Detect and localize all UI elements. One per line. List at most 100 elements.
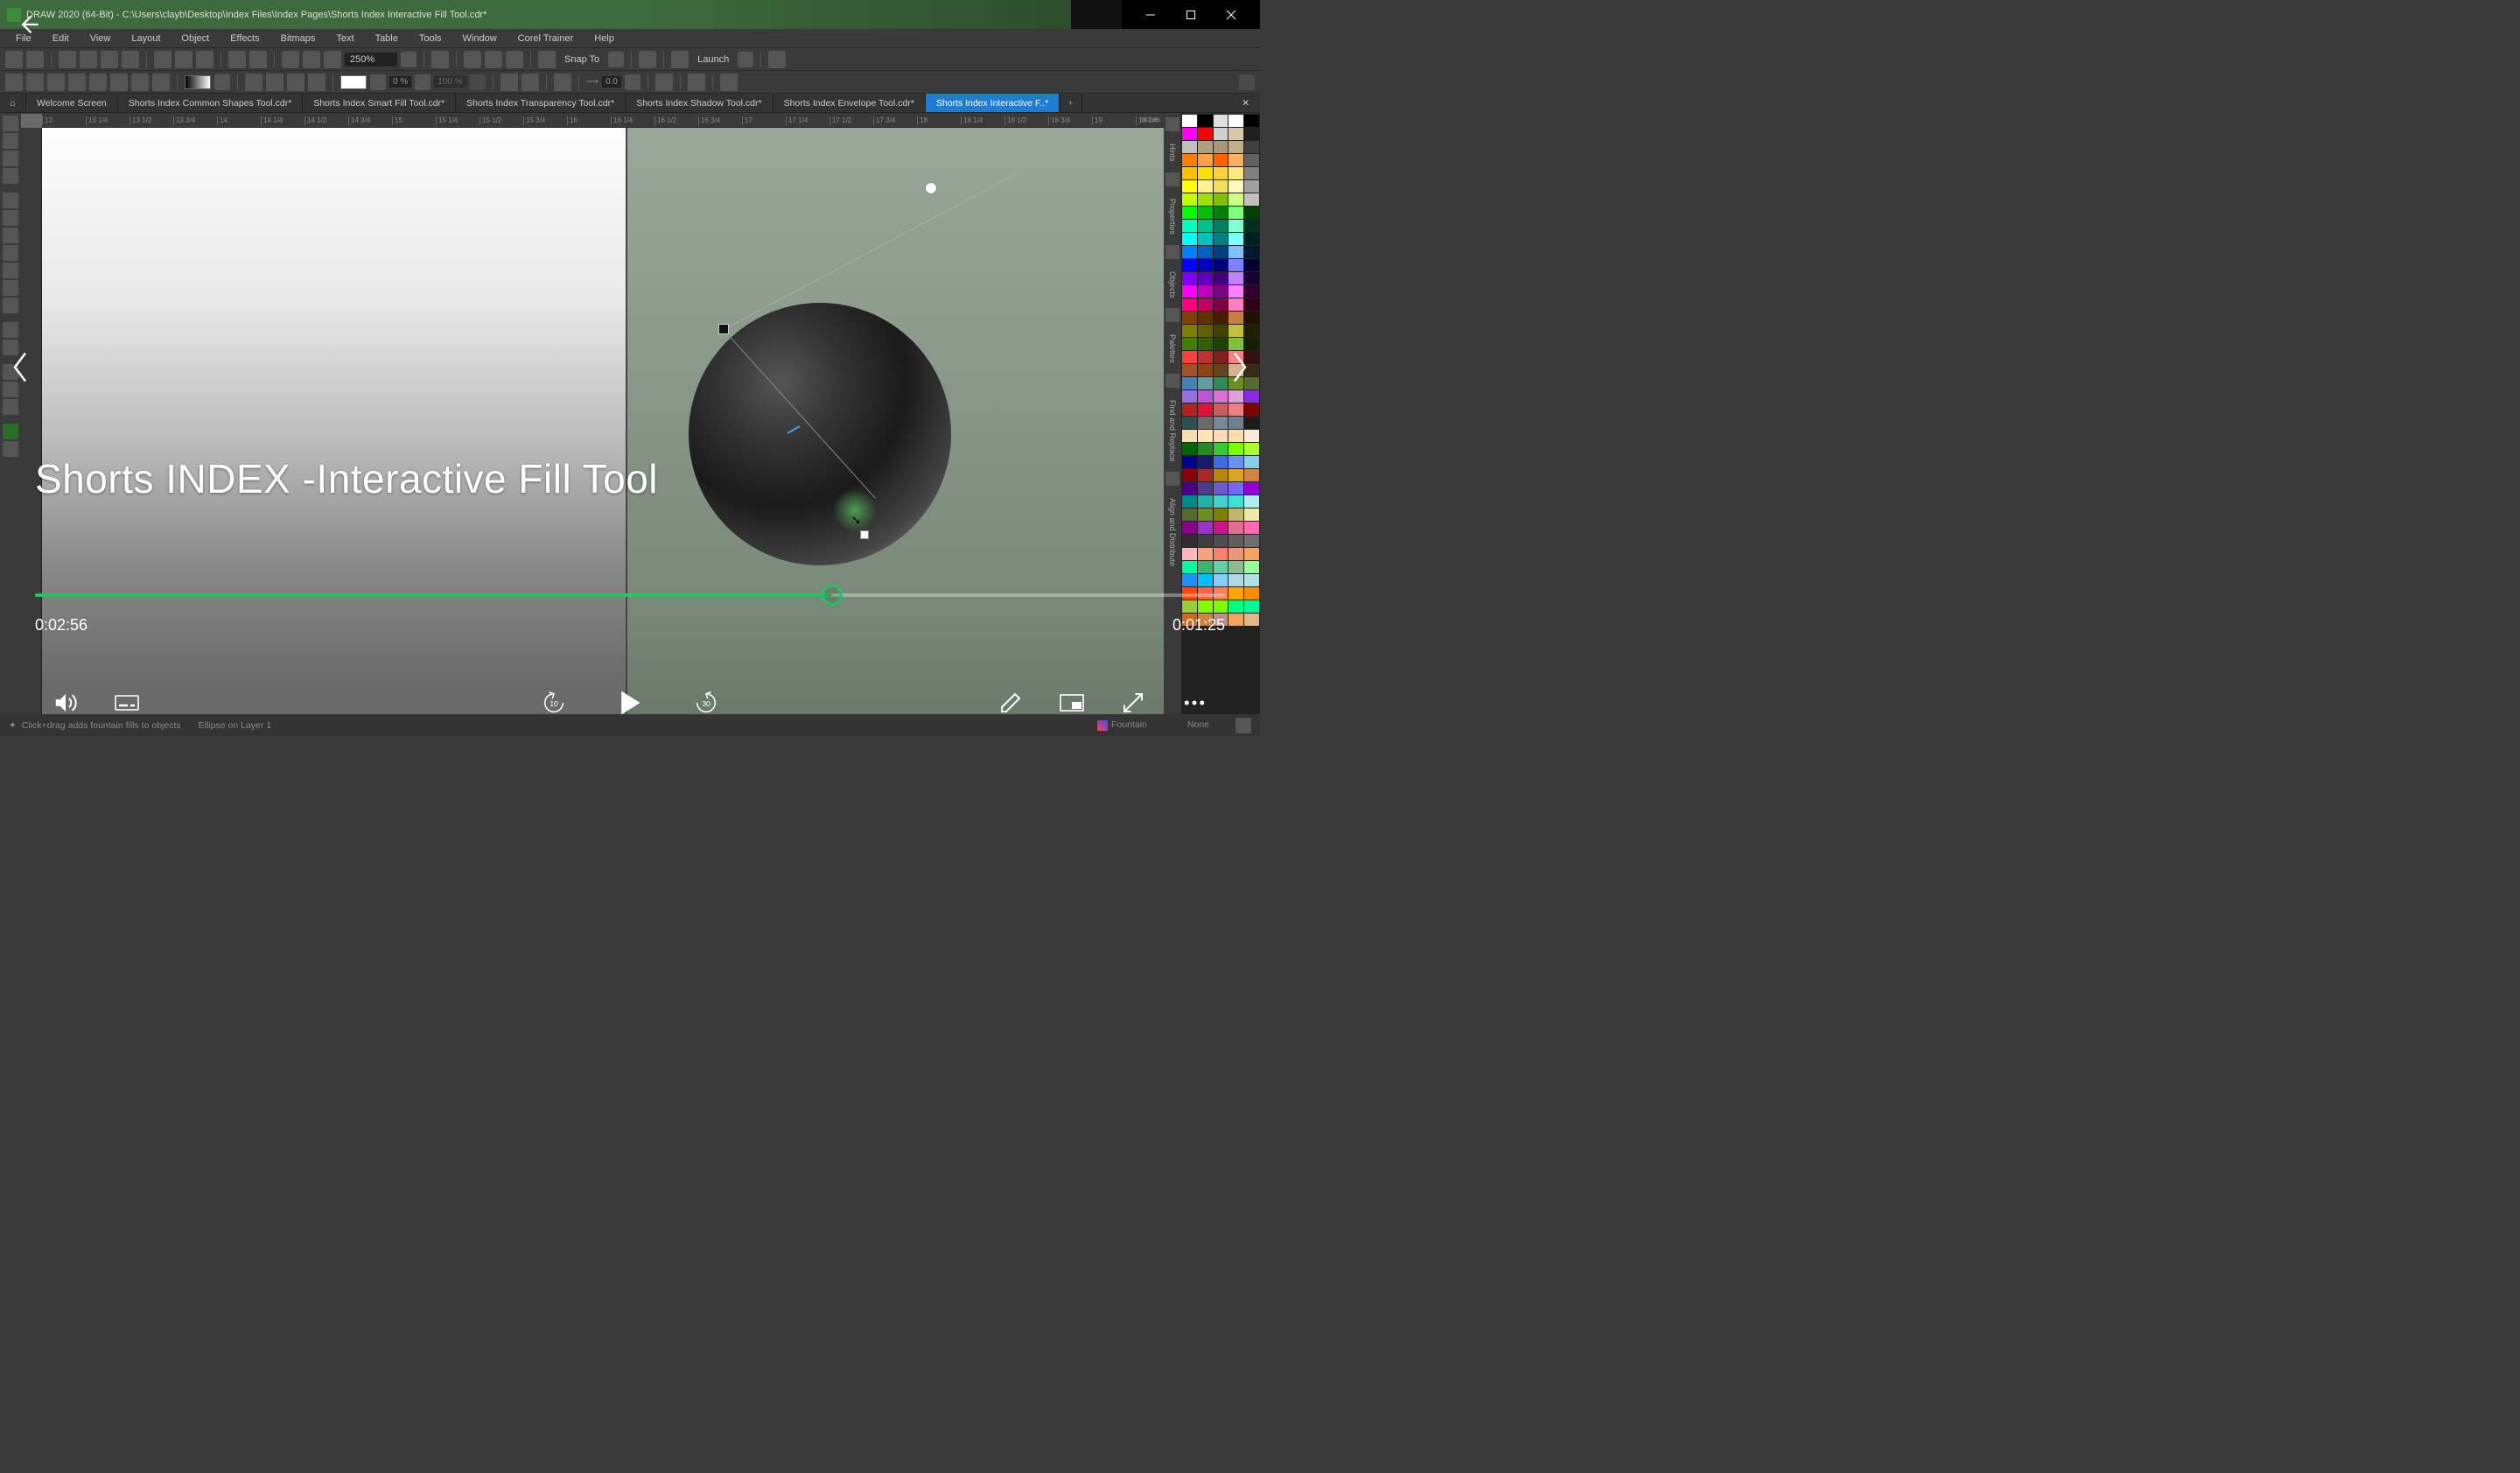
- color-swatch[interactable]: [1214, 325, 1228, 337]
- color-swatch[interactable]: [1244, 522, 1259, 534]
- zoom-level[interactable]: 250%: [345, 53, 397, 67]
- color-swatch[interactable]: [1198, 443, 1213, 455]
- color-swatch[interactable]: [1244, 128, 1259, 140]
- color-swatch[interactable]: [1198, 561, 1213, 573]
- linear-type-icon[interactable]: [245, 74, 262, 91]
- status-settings-icon[interactable]: [1236, 718, 1251, 733]
- dimension-tool-icon[interactable]: [3, 322, 18, 338]
- polygon-tool-icon[interactable]: [3, 263, 18, 278]
- color-swatch[interactable]: [1228, 522, 1243, 534]
- color-swatch[interactable]: [1228, 495, 1243, 508]
- menu-object[interactable]: Object: [172, 32, 218, 46]
- color-swatch[interactable]: [1182, 167, 1197, 179]
- color-swatch[interactable]: [1214, 220, 1228, 232]
- color-swatch[interactable]: [1182, 272, 1197, 284]
- color-swatch[interactable]: [1198, 522, 1213, 534]
- color-swatch[interactable]: [1182, 220, 1197, 232]
- color-swatch[interactable]: [1244, 443, 1259, 455]
- color-swatch[interactable]: [1228, 285, 1243, 298]
- color-swatch[interactable]: [1182, 430, 1197, 442]
- color-swatch[interactable]: [1228, 403, 1243, 416]
- color-swatch[interactable]: [1244, 207, 1259, 219]
- color-swatch[interactable]: [1244, 233, 1259, 245]
- color-swatch[interactable]: [1244, 535, 1259, 547]
- color-swatch[interactable]: [1228, 128, 1243, 140]
- color-swatch[interactable]: [1244, 456, 1259, 468]
- docker-palettes[interactable]: Palettes: [1168, 331, 1177, 367]
- color-swatch[interactable]: [1182, 443, 1197, 455]
- table-tool-icon[interactable]: [3, 298, 18, 313]
- color-swatch[interactable]: [1228, 338, 1243, 350]
- two-color-icon[interactable]: [110, 74, 128, 91]
- seek-bar[interactable]: [35, 593, 1225, 597]
- postscript-icon[interactable]: [152, 74, 170, 91]
- color-swatch[interactable]: [1214, 403, 1228, 416]
- color-swatch[interactable]: [1182, 298, 1197, 311]
- chevron-down-icon[interactable]: [370, 74, 386, 90]
- color-swatch[interactable]: [1198, 180, 1213, 193]
- docker-objects[interactable]: Objects: [1168, 268, 1177, 302]
- color-swatch[interactable]: [1214, 338, 1228, 350]
- color-swatch[interactable]: [1244, 167, 1259, 179]
- color-swatch[interactable]: [1244, 614, 1259, 626]
- color-swatch[interactable]: [1244, 325, 1259, 337]
- color-swatch[interactable]: [1244, 574, 1259, 586]
- color-swatch[interactable]: [1214, 351, 1228, 363]
- color-swatch[interactable]: [1182, 600, 1197, 613]
- snap-icon[interactable]: [538, 51, 556, 68]
- color-swatch[interactable]: [1214, 561, 1228, 573]
- color-swatch[interactable]: [1214, 522, 1228, 534]
- color-swatch[interactable]: [1198, 207, 1213, 219]
- vector-pattern-icon[interactable]: [68, 74, 86, 91]
- menu-effects[interactable]: Effects: [221, 32, 268, 46]
- color-swatch[interactable]: [1228, 180, 1243, 193]
- color-swatch[interactable]: [1198, 141, 1213, 153]
- color-swatch[interactable]: [1214, 495, 1228, 508]
- color-swatch[interactable]: [1214, 298, 1228, 311]
- close-button[interactable]: [1211, 0, 1251, 29]
- rectangle-tool-icon[interactable]: [3, 228, 18, 243]
- cloud-up-icon[interactable]: [80, 51, 97, 68]
- color-swatch[interactable]: [1228, 614, 1243, 626]
- color-swatch[interactable]: [1244, 338, 1259, 350]
- gradient-end-handle[interactable]: [925, 182, 937, 194]
- ellipse-tool-icon[interactable]: [3, 245, 18, 261]
- canvas[interactable]: ➘: [42, 128, 1164, 714]
- color-swatch[interactable]: [1244, 259, 1259, 271]
- color-swatch[interactable]: [1182, 522, 1197, 534]
- color-swatch[interactable]: [1228, 141, 1243, 153]
- color-swatch[interactable]: [1198, 272, 1213, 284]
- mini-view-button[interactable]: [1059, 690, 1085, 719]
- color-swatch[interactable]: [1228, 430, 1243, 442]
- color-swatch[interactable]: [1198, 377, 1213, 389]
- color-swatch[interactable]: [1198, 456, 1213, 468]
- shape-tool-icon[interactable]: [3, 133, 18, 149]
- edit-fill-icon[interactable]: [720, 74, 738, 91]
- conical-type-icon[interactable]: [287, 74, 304, 91]
- tab-common-shapes[interactable]: Shorts Index Common Shapes Tool.cdr*: [118, 94, 304, 112]
- color-swatch[interactable]: [1198, 193, 1213, 206]
- fullscreen-icon[interactable]: [431, 51, 449, 68]
- outline-tool-icon[interactable]: [3, 441, 18, 457]
- color-swatch[interactable]: [1198, 115, 1213, 127]
- prev-button[interactable]: [9, 349, 32, 387]
- menu-view[interactable]: View: [81, 32, 120, 46]
- spinner-icon[interactable]: [415, 74, 430, 90]
- color-swatch[interactable]: [1198, 482, 1213, 495]
- color-swatch[interactable]: [1244, 141, 1259, 153]
- color-swatch[interactable]: [1198, 312, 1213, 324]
- color-swatch[interactable]: [1198, 417, 1213, 429]
- copy-icon[interactable]: [154, 51, 172, 68]
- color-swatch[interactable]: [1182, 207, 1197, 219]
- color-swatch[interactable]: [1244, 469, 1259, 481]
- zoom-dropdown-icon[interactable]: [401, 52, 416, 67]
- color-swatch[interactable]: [1214, 548, 1228, 560]
- next-button[interactable]: [1228, 349, 1251, 387]
- square-type-icon[interactable]: [308, 74, 326, 91]
- close-tab-icon[interactable]: ✕: [1231, 94, 1260, 112]
- more-button[interactable]: [1181, 690, 1208, 719]
- color-swatch[interactable]: [1198, 614, 1213, 626]
- color-swatch[interactable]: [1198, 154, 1213, 166]
- docker-objects-icon[interactable]: [1166, 245, 1180, 259]
- crop-tool-icon[interactable]: [3, 151, 18, 166]
